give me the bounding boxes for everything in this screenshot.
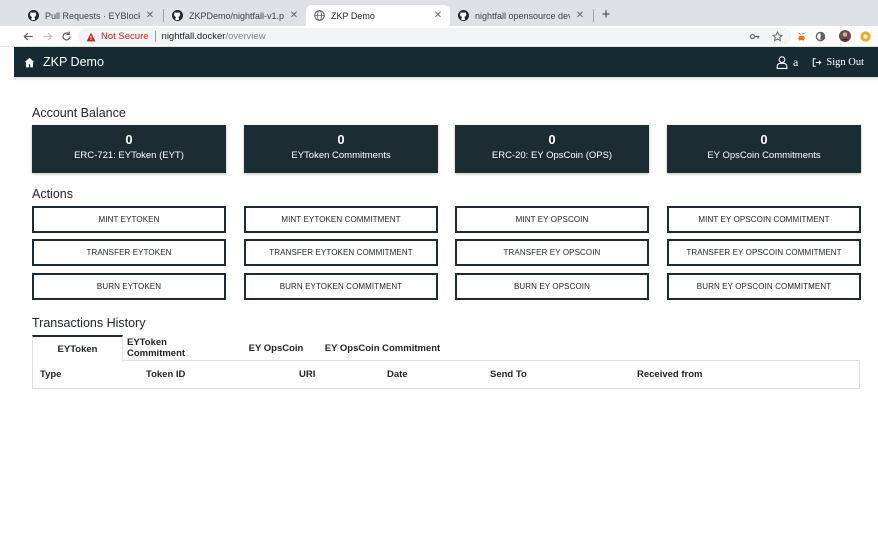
- tab-ey-opscoin[interactable]: EY OpsCoin: [245, 335, 307, 361]
- balance-value: 0: [548, 132, 556, 147]
- transfer-opscoin-button[interactable]: TRANSFER EY OPSCOIN: [455, 239, 649, 266]
- column-header-token-id[interactable]: Token ID: [146, 361, 185, 388]
- browser-toolbar: Not Secure nightfall.docker/overview: [0, 26, 878, 47]
- mint-eytoken-commitment-button[interactable]: MINT EYTOKEN COMMITMENT: [244, 206, 438, 233]
- transactions-tabs: EYToken EYToken Commitment EY OpsCoin EY…: [32, 335, 860, 362]
- github-icon: [172, 10, 183, 21]
- column-header-received-from[interactable]: Received from: [637, 361, 702, 388]
- close-tab-icon[interactable]: ✕: [288, 10, 300, 21]
- burn-opscoin-commitment-button[interactable]: BURN EY OPSCOIN COMMITMENT: [667, 273, 861, 300]
- url-path: /overview: [225, 31, 266, 42]
- transfer-eytoken-commitment-button[interactable]: TRANSFER EYTOKEN COMMITMENT: [244, 239, 438, 266]
- address-bar[interactable]: Not Secure nightfall.docker/overview: [78, 28, 791, 45]
- browser-tab-pdf[interactable]: ZKPDemo/nightfall-v1.pdf at m ✕: [164, 5, 306, 26]
- app-root: ZKP Demo a Sign Out Account Balance 0 ER…: [14, 47, 878, 556]
- transactions-history-title: Transactions History: [32, 316, 146, 330]
- warning-icon: [86, 32, 96, 42]
- balance-card-opscoin: 0 ERC-20: EY OpsCoin (OPS): [455, 125, 649, 173]
- browser-tab-zkp-demo[interactable]: ZKP Demo ✕: [306, 5, 450, 26]
- globe-icon: [314, 10, 325, 21]
- key-icon[interactable]: [749, 31, 760, 42]
- balance-card-eytoken-commitments: 0 EYToken Commitments: [244, 125, 438, 173]
- github-icon: [458, 10, 469, 21]
- column-header-uri[interactable]: URI: [299, 361, 315, 388]
- burn-opscoin-button[interactable]: BURN EY OPSCOIN: [455, 273, 649, 300]
- close-tab-icon[interactable]: ✕: [144, 10, 156, 21]
- tab-eytoken-commitment[interactable]: EYToken Commitment: [127, 335, 227, 361]
- back-icon[interactable]: [21, 29, 35, 43]
- browser-tab-title: nightfall opensource develope: [475, 10, 570, 21]
- url-host: nightfall.docker: [161, 31, 226, 42]
- close-tab-icon[interactable]: ✕: [574, 10, 586, 21]
- app-title: ZKP Demo: [43, 55, 104, 69]
- browser-tab-title: ZKPDemo/nightfall-v1.pdf at m: [189, 10, 284, 21]
- sign-out-button[interactable]: Sign Out: [812, 57, 864, 68]
- mint-opscoin-button[interactable]: MINT EY OPSCOIN: [455, 206, 649, 233]
- user-name: a: [793, 54, 799, 69]
- metamask-fox-icon[interactable]: [795, 30, 807, 42]
- mint-opscoin-commitment-button[interactable]: MINT EY OPSCOIN COMMITMENT: [667, 206, 861, 233]
- transfer-eytoken-button[interactable]: TRANSFER EYTOKEN: [32, 239, 226, 266]
- browser-tab-strip: Pull Requests · EYBlockchain/Z ✕ ZKPDemo…: [0, 0, 878, 26]
- github-icon: [28, 10, 39, 21]
- balance-card-opscoin-commitments: 0 EY OpsCoin Commitments: [667, 125, 861, 173]
- not-secure-label[interactable]: Not Secure: [101, 31, 149, 42]
- profile-avatar-icon[interactable]: [839, 30, 851, 42]
- app-navbar: ZKP Demo a Sign Out: [14, 47, 878, 77]
- tab-eytoken[interactable]: EYToken: [32, 335, 123, 362]
- extension-circle-icon[interactable]: [814, 30, 826, 42]
- user-menu[interactable]: a: [776, 55, 798, 70]
- account-balance-title: Account Balance: [32, 106, 126, 120]
- balance-value: 0: [337, 132, 345, 147]
- transfer-opscoin-commitment-button[interactable]: TRANSFER EY OPSCOIN COMMITMENT: [667, 239, 861, 266]
- reload-icon[interactable]: [59, 29, 73, 43]
- burn-eytoken-button[interactable]: BURN EYTOKEN: [32, 273, 226, 300]
- column-header-date[interactable]: Date: [387, 361, 408, 388]
- balance-value: 0: [125, 132, 133, 147]
- sign-out-label: Sign Out: [826, 56, 864, 68]
- balance-label: ERC-721: EYToken (EYT): [74, 150, 184, 161]
- extension-badge-icon[interactable]: [859, 30, 871, 42]
- column-header-send-to[interactable]: Send To: [490, 361, 527, 388]
- balance-value: 0: [760, 132, 768, 147]
- balance-label: EY OpsCoin Commitments: [707, 150, 821, 161]
- browser-tab-pull-requests[interactable]: Pull Requests · EYBlockchain/Z ✕: [20, 5, 162, 26]
- transactions-table: Type Token ID URI Date Send To Received …: [32, 360, 860, 389]
- new-tab-icon[interactable]: +: [598, 7, 614, 23]
- tab-ey-opscoin-commitment[interactable]: EY OpsCoin Commitment: [323, 335, 442, 361]
- forward-icon[interactable]: [40, 29, 54, 43]
- brand-link[interactable]: ZKP Demo: [24, 47, 104, 77]
- mint-eytoken-button[interactable]: MINT EYTOKEN: [32, 206, 226, 233]
- user-icon: [776, 55, 788, 69]
- close-tab-icon[interactable]: ✕: [432, 10, 444, 21]
- bookmark-star-icon[interactable]: [772, 31, 783, 42]
- sign-out-icon: [812, 57, 822, 67]
- balance-card-eytoken: 0 ERC-721: EYToken (EYT): [32, 125, 226, 173]
- balance-label: ERC-20: EY OpsCoin (OPS): [491, 150, 613, 161]
- browser-tab-title: Pull Requests · EYBlockchain/Z: [45, 10, 140, 21]
- balance-label: EYToken Commitments: [291, 150, 391, 161]
- actions-title: Actions: [32, 187, 73, 201]
- browser-tab-title: ZKP Demo: [331, 10, 375, 21]
- browser-tab-nightfall[interactable]: nightfall opensource develope ✕: [450, 5, 592, 26]
- home-icon: [24, 57, 35, 68]
- column-header-type[interactable]: Type: [40, 361, 61, 388]
- burn-eytoken-commitment-button[interactable]: BURN EYTOKEN COMMITMENT: [244, 273, 438, 300]
